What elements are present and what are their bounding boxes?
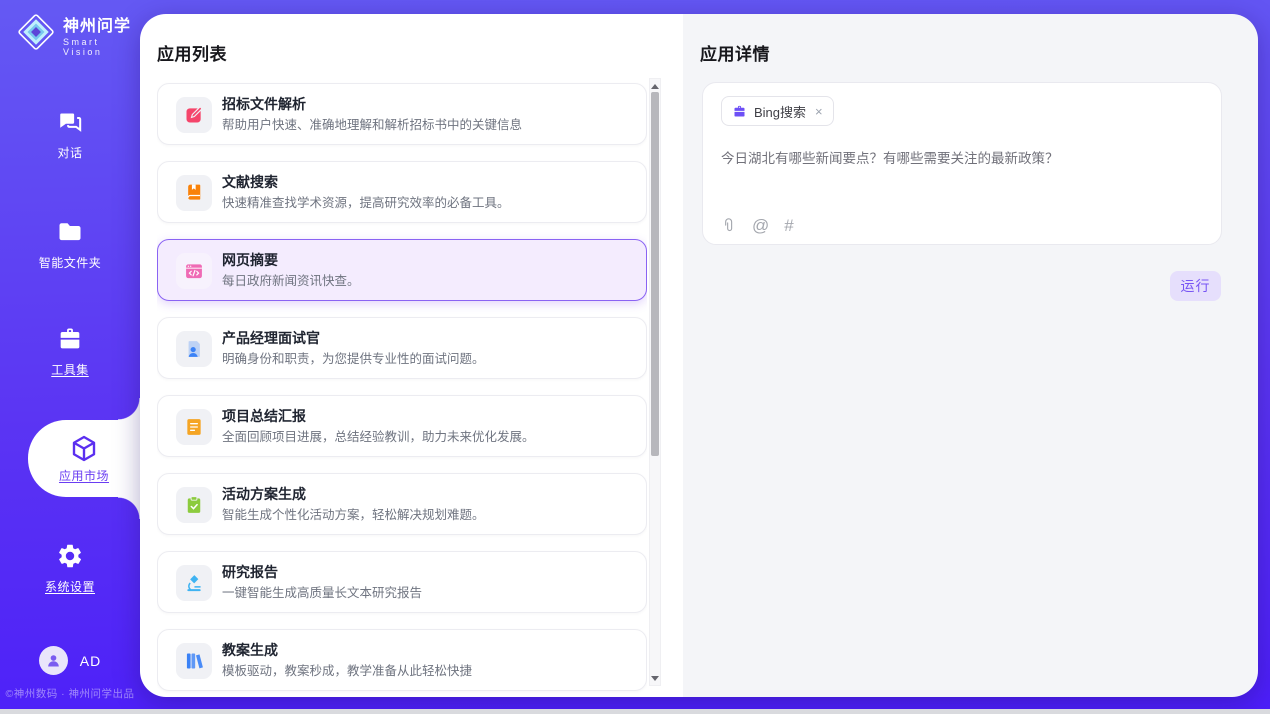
sidebar-item-对话[interactable]: 对话 [0, 107, 140, 161]
report-note-icon [176, 409, 212, 445]
brand-subtitle: Smart Vision [63, 37, 140, 57]
attachment-toolbar: @ # [720, 217, 794, 234]
app-card-description: 明确身份和职责，为您提供专业性的面试问题。 [222, 348, 485, 367]
tool-chip-label: Bing搜索 [754, 102, 806, 121]
app-card-title: 产品经理面试官 [222, 328, 320, 348]
app-card-产品经理面试官[interactable]: 产品经理面试官 明确身份和职责，为您提供专业性的面试问题。 [157, 317, 647, 379]
app-detail-panel: 应用详情 Bing搜索 × 今日湖北有哪些新闻要点？有哪些需要关注的最新政策？ [683, 14, 1258, 697]
briefcase-icon [55, 324, 85, 354]
sidebar-item-系统设置[interactable]: 系统设置 [0, 541, 140, 595]
sidebar-item-工具集[interactable]: 工具集 [0, 324, 140, 378]
edit-square-icon [176, 97, 212, 133]
books-icon [176, 643, 212, 679]
app-card-项目总结汇报[interactable]: 项目总结汇报 全面回顾项目进展，总结经验教训，助力未来优化发展。 [157, 395, 647, 457]
app-card-description: 每日政府新闻资讯快查。 [222, 270, 360, 289]
sidebar-item-label: 工具集 [51, 361, 89, 378]
app-card-网页摘要[interactable]: 网页摘要 每日政府新闻资讯快查。 [157, 239, 647, 301]
app-card-description: 快速精准查找学术资源，提高研究效率的必备工具。 [222, 192, 510, 211]
query-text[interactable]: 今日湖北有哪些新闻要点？有哪些需要关注的最新政策？ [721, 149, 1201, 169]
app-card-description: 帮助用户快速、准确地理解和解析招标书中的关键信息 [222, 114, 522, 133]
scroll-down-icon[interactable] [650, 671, 660, 685]
sidebar-item-应用市场[interactable]: 应用市场 [28, 420, 140, 497]
app-card-title: 文献搜索 [222, 172, 278, 192]
interviewer-icon [176, 331, 212, 367]
sidebar-item-label: 对话 [57, 144, 82, 161]
app-detail-title: 应用详情 [700, 40, 770, 65]
app-logo: 神州问学 Smart Vision [16, 12, 140, 57]
scrollbar-thumb[interactable] [651, 92, 659, 456]
hash-icon[interactable]: # [784, 217, 793, 234]
app-card-招标文件解析[interactable]: 招标文件解析 帮助用户快速、准确地理解和解析招标书中的关键信息 [157, 83, 647, 145]
app-card-文献搜索[interactable]: 文献搜索 快速精准查找学术资源，提高研究效率的必备工具。 [157, 161, 647, 223]
cube-icon [69, 433, 99, 463]
folder-icon [55, 217, 85, 247]
user-row[interactable]: AD [0, 646, 140, 675]
logo-diamond-icon [16, 12, 56, 57]
user-name: AD [80, 653, 101, 669]
brand-name: 神州问学 [63, 12, 140, 36]
app-list-panel: 应用列表 招标文件解析 帮助用户快速、准确地理解和解析招标书中的关键信息 文献搜… [140, 14, 683, 697]
app-card-description: 一键智能生成高质量长文本研究报告 [222, 582, 422, 601]
chip-remove-button[interactable]: × [815, 104, 823, 119]
sidebar-item-label: 智能文件夹 [39, 254, 102, 271]
sidebar-item-label: 应用市场 [59, 467, 109, 484]
app-card-活动方案生成[interactable]: 活动方案生成 智能生成个性化活动方案，轻松解决规划难题。 [157, 473, 647, 535]
app-list: 招标文件解析 帮助用户快速、准确地理解和解析招标书中的关键信息 文献搜索 快速精… [157, 78, 647, 697]
app-card-description: 模板驱动，教案秒成，教学准备从此轻松快捷 [222, 660, 472, 679]
app-list-title: 应用列表 [157, 40, 227, 65]
sidebar-footer: ©神州数码 · 神州问学出品 [0, 686, 140, 701]
sidebar-item-label: 系统设置 [45, 578, 95, 595]
app-card-title: 研究报告 [222, 562, 278, 582]
main-container: 应用列表 招标文件解析 帮助用户快速、准确地理解和解析招标书中的关键信息 文献搜… [140, 14, 1258, 697]
bottom-strip [0, 709, 1270, 714]
app-card-教案生成[interactable]: 教案生成 模板驱动，教案秒成，教学准备从此轻松快捷 [157, 629, 647, 691]
book-icon [176, 175, 212, 211]
chat-icon [55, 107, 85, 137]
app-card-title: 网页摘要 [222, 250, 278, 270]
app-card-title: 项目总结汇报 [222, 406, 306, 426]
at-icon[interactable]: @ [752, 217, 769, 234]
scroll-up-icon[interactable] [650, 79, 660, 93]
user-avatar-icon[interactable] [39, 646, 68, 675]
clipboard-check-icon [176, 487, 212, 523]
app-list-scrollbar[interactable] [649, 78, 661, 686]
sidebar: 神州问学 Smart Vision 对话 智能文件夹 工具集 应用市场 系统设置… [0, 0, 140, 714]
app-card-description: 智能生成个性化活动方案，轻松解决规划难题。 [222, 504, 485, 523]
run-button[interactable]: 运行 [1170, 271, 1221, 301]
browser-code-icon [176, 253, 212, 289]
paperclip-icon[interactable] [720, 217, 737, 234]
app-card-title: 活动方案生成 [222, 484, 306, 504]
microscope-icon [176, 565, 212, 601]
tool-chip-bing[interactable]: Bing搜索 × [721, 96, 834, 126]
app-card-title: 招标文件解析 [222, 94, 306, 114]
app-card-title: 教案生成 [222, 640, 278, 660]
app-card-description: 全面回顾项目进展，总结经验教训，助力未来优化发展。 [222, 426, 535, 445]
briefcase-icon [732, 104, 747, 119]
query-input-card[interactable]: Bing搜索 × 今日湖北有哪些新闻要点？有哪些需要关注的最新政策？ @ # [702, 82, 1222, 245]
gear-icon [55, 541, 85, 571]
app-card-研究报告[interactable]: 研究报告 一键智能生成高质量长文本研究报告 [157, 551, 647, 613]
sidebar-item-智能文件夹[interactable]: 智能文件夹 [0, 217, 140, 271]
